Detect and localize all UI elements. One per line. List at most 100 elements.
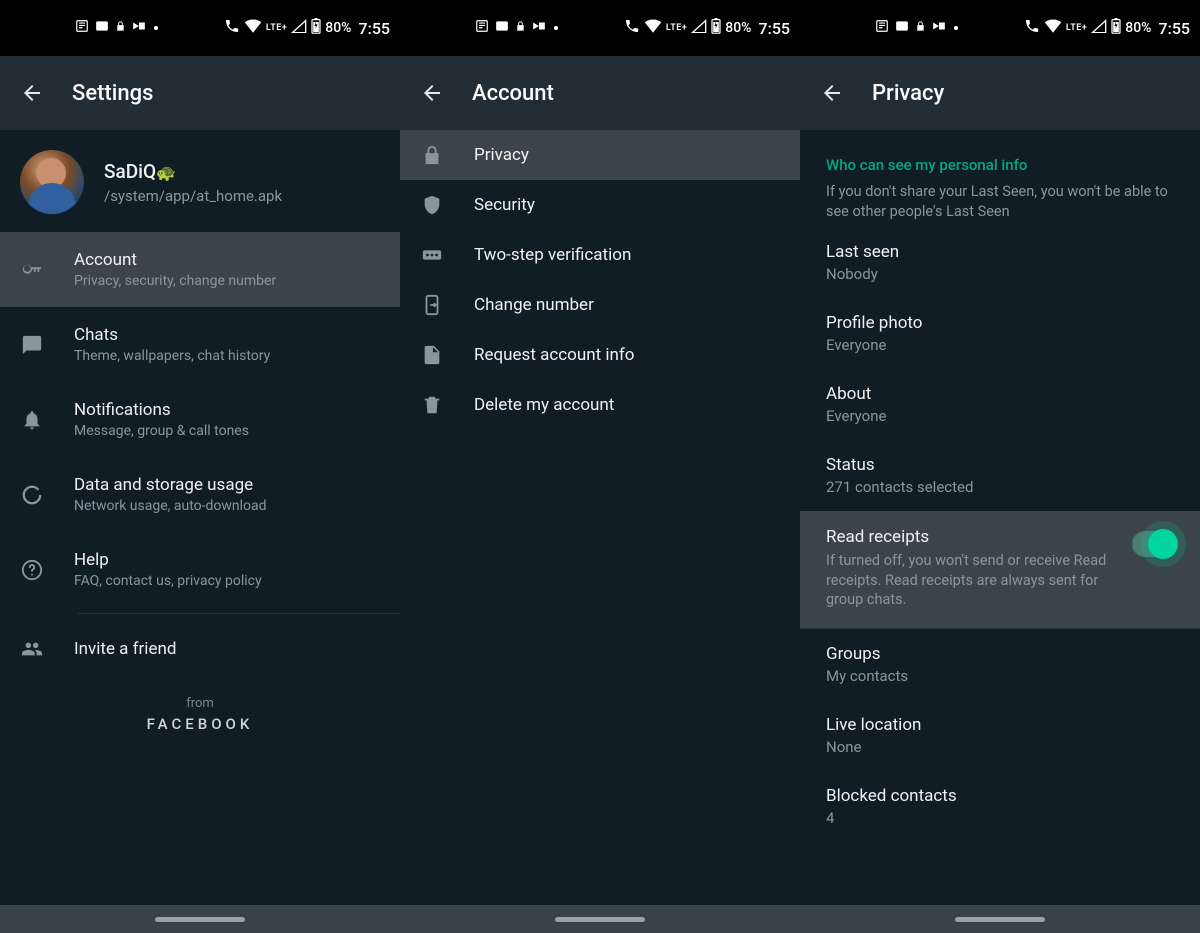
settings-item-data[interactable]: Data and storage usage Network usage, au… [0, 457, 400, 532]
account-item-twostep[interactable]: Two-step verification [400, 230, 800, 280]
settings-screen: LTE+ 80% 7:55 Settings SaDiQ🐢 /system/ap… [0, 0, 400, 933]
wifi-icon [244, 19, 262, 37]
account-item-privacy[interactable]: Privacy [400, 130, 800, 180]
lock-icon [420, 144, 444, 166]
account-screen: LTE+ 80% 7:55 Account Privacy Security T… [400, 0, 800, 933]
account-item-delete[interactable]: Delete my account [400, 380, 800, 430]
bell-icon [20, 409, 44, 431]
item-sub: Theme, wallpapers, chat history [74, 348, 380, 364]
divider [78, 613, 400, 614]
settings-item-invite[interactable]: Invite a friend [0, 620, 400, 678]
back-button[interactable] [820, 81, 844, 105]
facebook-label: FACEBOOK [0, 715, 400, 733]
item-title: Two-step verification [474, 245, 780, 265]
lock-icon [915, 19, 926, 37]
page-title: Settings [72, 81, 153, 106]
clock: 7:55 [359, 19, 391, 38]
profile-row[interactable]: SaDiQ🐢 /system/app/at_home.apk [0, 130, 400, 232]
account-item-requestinfo[interactable]: Request account info [400, 330, 800, 380]
phone-swap-icon [420, 294, 444, 316]
footer-branding: from FACEBOOK [0, 696, 400, 733]
app-bar: Privacy [800, 56, 1200, 130]
item-title: Change number [474, 295, 780, 315]
item-title: Last seen [826, 242, 1174, 262]
status-bar: LTE+ 80% 7:55 [800, 0, 1200, 56]
item-title: Chats [74, 325, 380, 345]
settings-item-notifications[interactable]: Notifications Message, group & call tone… [0, 382, 400, 457]
battery-pct: 80% [1125, 20, 1151, 36]
from-label: from [0, 696, 400, 711]
page-title: Privacy [872, 81, 944, 106]
privacy-item-groups[interactable]: Groups My contacts [800, 629, 1200, 700]
item-title: Status [826, 455, 1174, 475]
toggle-switch[interactable] [1132, 531, 1174, 557]
profile-status: /system/app/at_home.apk [104, 187, 282, 205]
clock: 7:55 [759, 19, 791, 38]
section-description: If you don't share your Last Seen, you w… [826, 182, 1174, 221]
privacy-item-lastseen[interactable]: Last seen Nobody [800, 227, 1200, 298]
item-sub: Network usage, auto-download [74, 498, 380, 514]
battery-icon [1111, 18, 1121, 38]
network-label: LTE+ [666, 23, 687, 33]
android-nav-bar[interactable] [400, 905, 800, 933]
notif-icon-1 [475, 19, 489, 37]
battery-icon [311, 18, 321, 38]
notif-icon-2 [895, 20, 909, 36]
signal-icon [1091, 19, 1107, 37]
item-title: Privacy [474, 145, 780, 165]
account-item-changenumber[interactable]: Change number [400, 280, 800, 330]
item-value: 271 contacts selected [826, 478, 1174, 496]
signal-icon [691, 19, 707, 37]
clock: 7:55 [1159, 19, 1191, 38]
page-title: Account [472, 81, 554, 106]
settings-item-account[interactable]: Account Privacy, security, change number [0, 232, 400, 307]
item-title: Blocked contacts [826, 786, 1174, 806]
chat-icon [20, 334, 44, 356]
trash-icon [420, 394, 444, 416]
account-item-security[interactable]: Security [400, 180, 800, 230]
item-title: Data and storage usage [74, 475, 380, 495]
status-bar: LTE+ 80% 7:55 [400, 0, 800, 56]
profile-name: SaDiQ [104, 160, 156, 183]
item-title: About [826, 384, 1174, 404]
notif-icon-3 [932, 20, 946, 36]
settings-item-chats[interactable]: Chats Theme, wallpapers, chat history [0, 307, 400, 382]
privacy-item-about[interactable]: About Everyone [800, 369, 1200, 440]
key-icon [20, 259, 44, 281]
privacy-item-status[interactable]: Status 271 contacts selected [800, 440, 1200, 511]
item-title: Help [74, 550, 380, 570]
privacy-item-readreceipts[interactable]: Read receipts If turned off, you won't s… [800, 511, 1200, 628]
item-title: Request account info [474, 345, 780, 365]
battery-pct: 80% [325, 20, 351, 36]
item-title: Delete my account [474, 395, 780, 415]
wifi-icon [1044, 19, 1062, 37]
lock-icon [515, 19, 526, 37]
app-bar: Settings [0, 56, 400, 130]
pin-icon [420, 244, 444, 266]
privacy-item-photo[interactable]: Profile photo Everyone [800, 298, 1200, 369]
notif-icon-1 [875, 19, 889, 37]
android-nav-bar[interactable] [0, 905, 400, 933]
dot-icon [154, 26, 158, 30]
item-title: Read receipts [826, 527, 1118, 547]
status-bar: LTE+ 80% 7:55 [0, 0, 400, 56]
section-title: Who can see my personal info [826, 156, 1174, 174]
item-value: Everyone [826, 336, 1174, 354]
back-button[interactable] [420, 81, 444, 105]
battery-icon [711, 18, 721, 38]
avatar [20, 150, 84, 214]
item-title: Invite a friend [74, 639, 380, 659]
notif-icon-2 [95, 20, 109, 36]
signal-icon [291, 19, 307, 37]
notif-icon-3 [132, 20, 146, 36]
settings-item-help[interactable]: Help FAQ, contact us, privacy policy [0, 532, 400, 607]
privacy-item-livelocation[interactable]: Live location None [800, 700, 1200, 771]
item-title: Groups [826, 644, 1174, 664]
back-button[interactable] [20, 81, 44, 105]
item-value: Everyone [826, 407, 1174, 425]
item-value: Nobody [826, 265, 1174, 283]
document-icon [420, 344, 444, 366]
privacy-item-blocked[interactable]: Blocked contacts 4 [800, 771, 1200, 842]
android-nav-bar[interactable] [800, 905, 1200, 933]
data-icon [20, 484, 44, 506]
